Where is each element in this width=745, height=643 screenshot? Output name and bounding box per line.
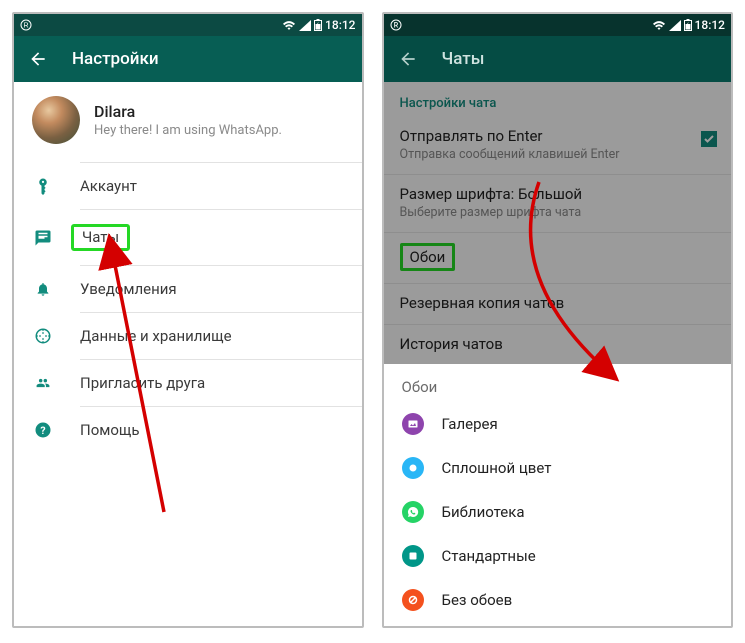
menu-label: Пригласить друга <box>80 374 205 392</box>
sheet-label: Сплошной цвет <box>442 459 552 477</box>
menu-label: Помощь <box>80 421 140 439</box>
sheet-none[interactable]: Без обоев <box>384 578 732 622</box>
battery-icon <box>314 19 322 31</box>
back-icon[interactable] <box>398 49 418 69</box>
svg-text:R: R <box>393 22 398 30</box>
menu-label-highlighted: Чаты <box>71 224 130 251</box>
solid-icon <box>402 457 424 479</box>
phone-right: R 18:12 Чаты Настройки чата Отправлять п… <box>382 12 734 628</box>
whatsapp-icon <box>402 501 424 523</box>
menu-label: Данные и хранилище <box>80 327 232 345</box>
profile-row[interactable]: Dilara Hey there! I am using WhatsApp. <box>14 82 362 162</box>
people-icon <box>32 376 54 390</box>
avatar <box>32 96 80 144</box>
chat-icon <box>32 229 54 247</box>
none-icon <box>402 589 424 611</box>
profile-name: Dilara <box>94 102 282 121</box>
svg-text:?: ? <box>40 424 45 437</box>
signal-icon <box>669 20 681 31</box>
settings-content: Dilara Hey there! I am using WhatsApp. А… <box>14 82 362 626</box>
status-time: 18:12 <box>695 18 725 32</box>
modal-overlay[interactable] <box>384 82 732 382</box>
svg-text:R: R <box>23 23 28 30</box>
app-bar: Настройки <box>14 36 362 82</box>
menu-chats[interactable]: Чаты <box>14 210 362 265</box>
profile-status: Hey there! I am using WhatsApp. <box>94 123 282 138</box>
key-icon <box>32 177 54 195</box>
signal-icon <box>299 20 311 31</box>
menu-data[interactable]: Данные и хранилище <box>14 313 362 359</box>
status-time: 18:12 <box>325 18 355 32</box>
sheet-solid[interactable]: Сплошной цвет <box>384 446 732 490</box>
back-icon[interactable] <box>28 49 48 69</box>
menu-notifications[interactable]: Уведомления <box>14 266 362 312</box>
sheet-label: Галерея <box>442 415 498 433</box>
chat-settings-content: Настройки чата Отправлять по Enter Отпра… <box>384 82 732 626</box>
bell-icon <box>32 280 54 298</box>
registered-icon: R <box>390 19 402 31</box>
menu-help[interactable]: ? Помощь <box>14 407 362 453</box>
wallpaper-sheet: Обои Галерея Сплошной цвет Библиотека <box>384 364 732 626</box>
menu-label: Уведомления <box>80 280 177 298</box>
menu-label: Аккаунт <box>80 177 137 195</box>
status-bar: R 18:12 <box>384 14 732 36</box>
app-bar: Чаты <box>384 36 732 82</box>
sheet-label: Без обоев <box>442 591 513 609</box>
sheet-label: Библиотека <box>442 503 525 521</box>
page-title: Настройки <box>72 49 159 69</box>
page-title: Чаты <box>442 49 485 69</box>
sheet-label: Стандартные <box>442 547 536 565</box>
default-icon <box>402 545 424 567</box>
data-icon <box>32 327 54 345</box>
gallery-icon <box>402 413 424 435</box>
wifi-icon <box>652 20 666 31</box>
sheet-title: Обои <box>384 364 732 402</box>
help-icon: ? <box>32 421 54 439</box>
phone-left: R 18:12 Настройки Dilara Hey there! I am… <box>12 12 364 628</box>
sheet-gallery[interactable]: Галерея <box>384 402 732 446</box>
registered-icon: R <box>20 19 32 31</box>
menu-account[interactable]: Аккаунт <box>14 163 362 209</box>
battery-icon <box>684 19 692 31</box>
status-bar: R 18:12 <box>14 14 362 36</box>
sheet-default[interactable]: Стандартные <box>384 534 732 578</box>
menu-invite[interactable]: Пригласить друга <box>14 360 362 406</box>
sheet-library[interactable]: Библиотека <box>384 490 732 534</box>
wifi-icon <box>282 20 296 31</box>
